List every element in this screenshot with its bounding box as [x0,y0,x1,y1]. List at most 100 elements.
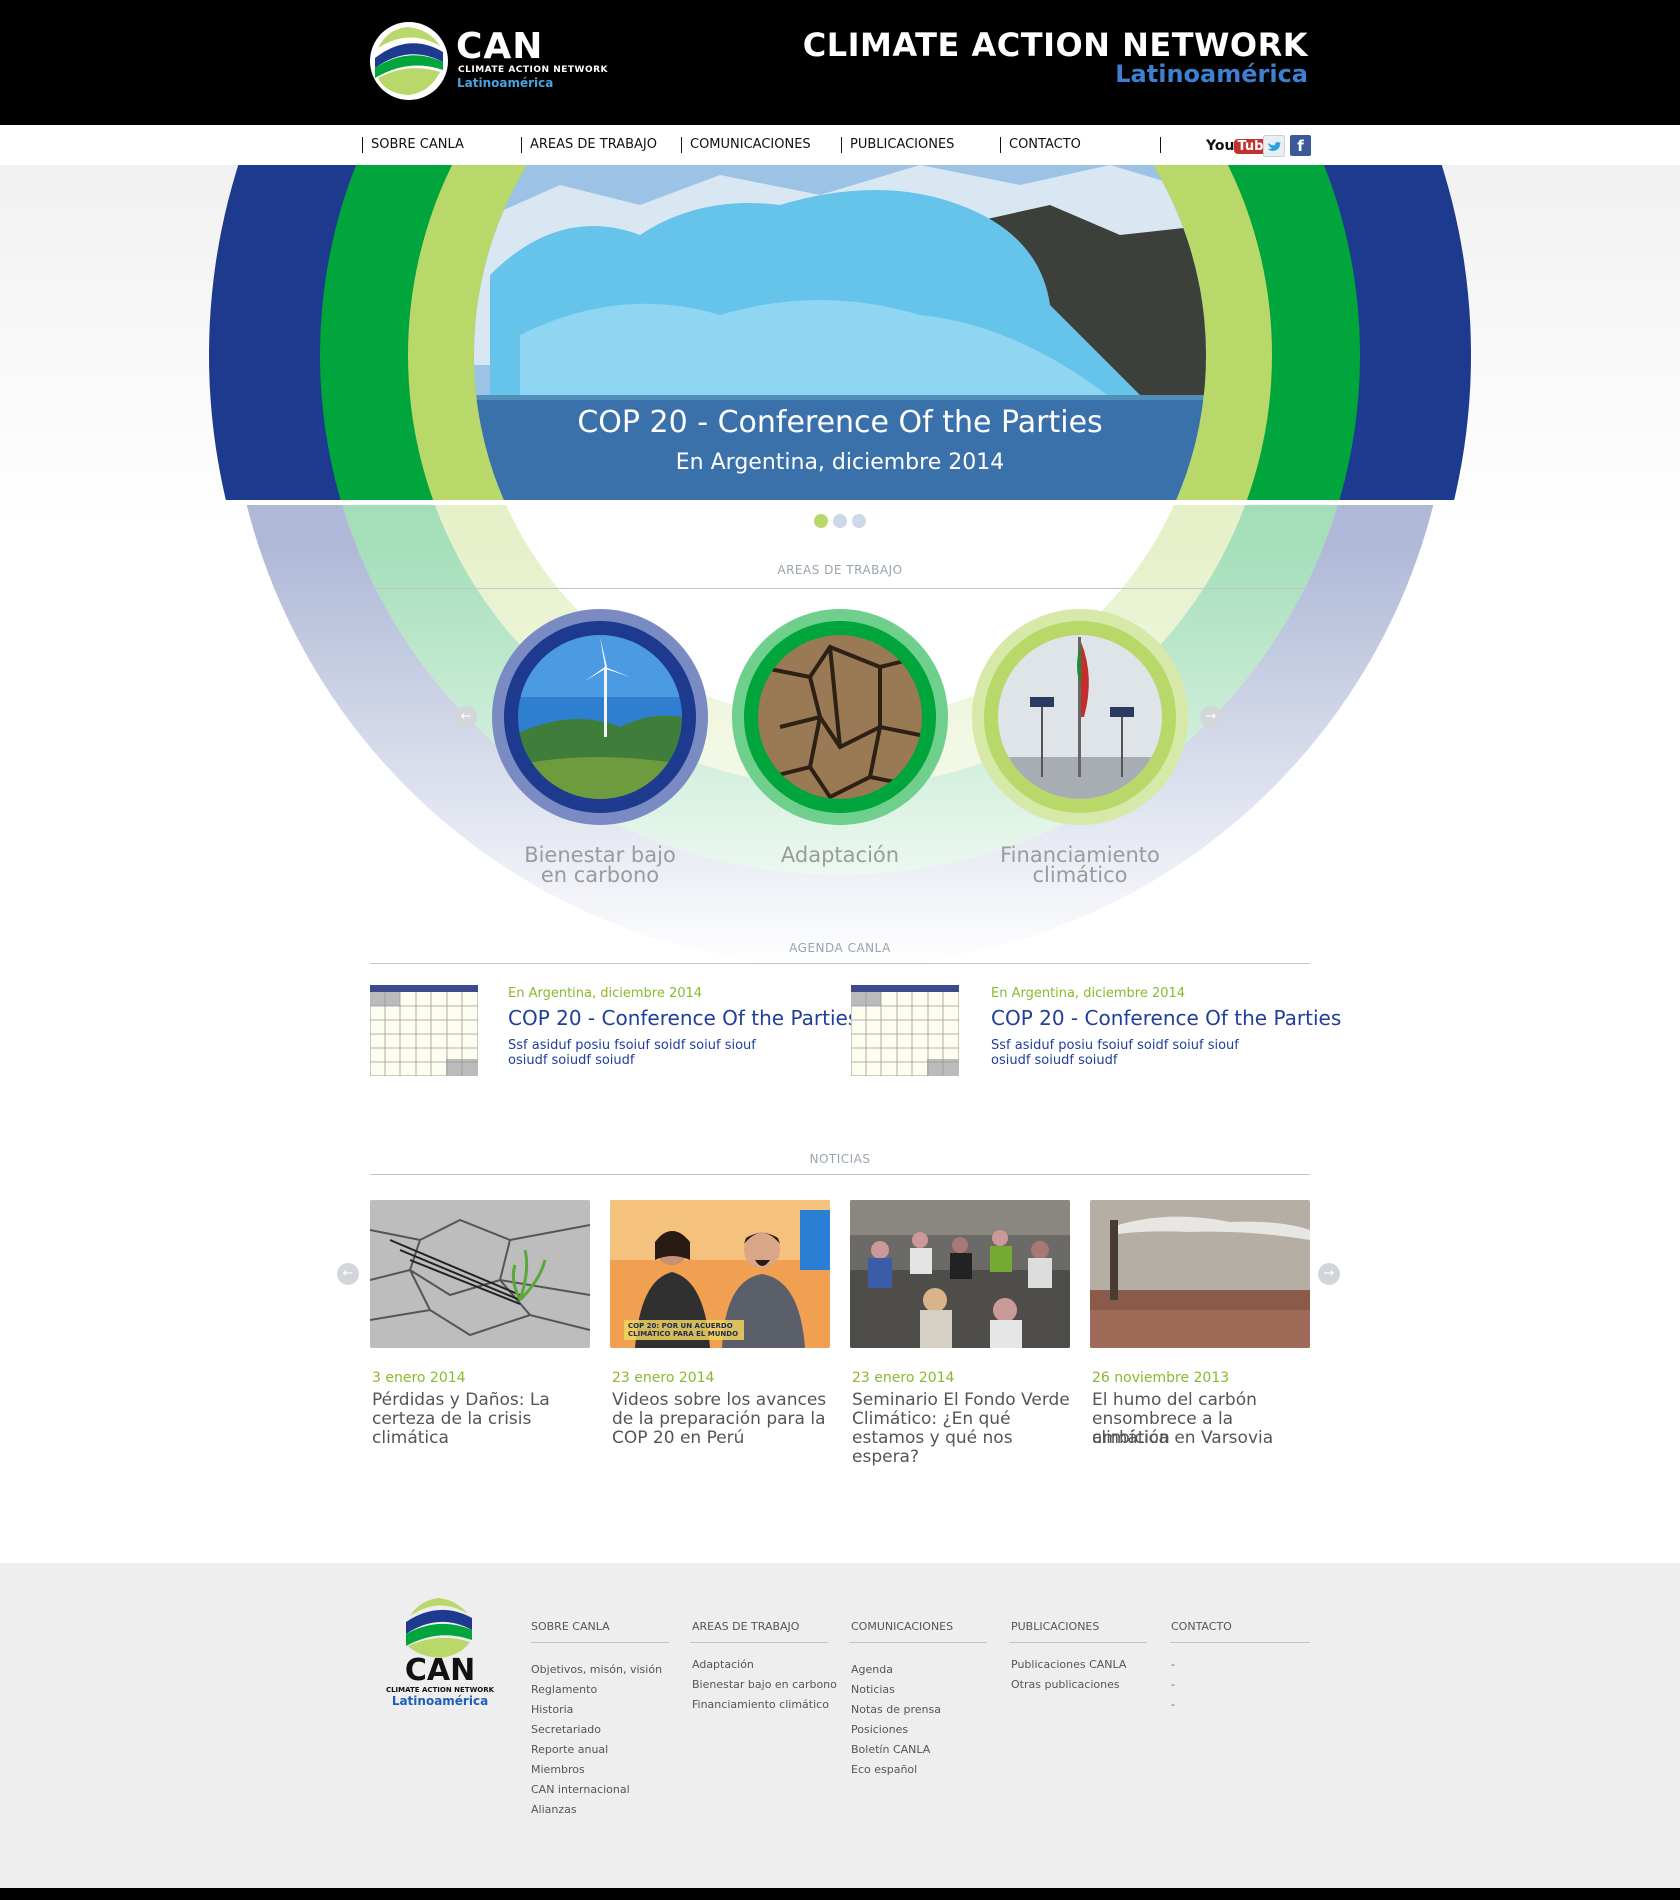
footer-link-otras-publicaciones[interactable]: Otras publicaciones [1011,1678,1120,1691]
news-date-4: 26 noviembre 2013 [1092,1370,1230,1386]
agenda-desc-1b: osiudf soiudf soiudf [508,1053,635,1068]
footer-bottom-bar [0,1888,1680,1900]
footer-logo-region: Latinoamérica [391,1694,489,1708]
area-adaptacion-label[interactable]: Adaptación [730,845,950,866]
nav-divider [1160,137,1161,153]
footer-rule-5 [1170,1642,1310,1643]
agenda-date-1: En Argentina, diciembre 2014 [508,986,703,1001]
footer-link-historia[interactable]: Historia [531,1703,573,1716]
footer-link-reporte[interactable]: Reporte anual [531,1743,608,1756]
news-title-4c[interactable]: climática en Varsovia [1092,1429,1312,1448]
top-header: CAN CLIMATE ACTION NETWORK Latinoamérica… [0,0,1680,125]
news-title-3a[interactable]: Seminario El Fondo Verde [852,1391,1072,1410]
main-nav: SOBRE CANLA AREAS DE TRABAJO COMUNICACIO… [0,125,1680,165]
news-title-3b[interactable]: Climático: ¿En qué [852,1410,1072,1429]
slider-dot-3[interactable] [852,514,866,528]
agenda-divider [370,963,1310,964]
slider-dot-2[interactable] [833,514,847,528]
agenda-desc-2a: Ssf asiduf posiu fsoiuf soidf soiuf siou… [991,1038,1239,1053]
agenda-calendar-icon-1[interactable] [369,984,479,1077]
news-title-3c[interactable]: estamos y qué nos espera? [852,1429,1072,1467]
footer-link-secretariado[interactable]: Secretariado [531,1723,601,1736]
logo-region: Latinoamérica [457,76,554,90]
agenda-desc-1a: Ssf asiduf posiu fsoiuf soidf soiuf siou… [508,1038,756,1053]
footer-link-notas[interactable]: Notas de prensa [851,1703,941,1716]
footer-link-noticias[interactable]: Noticias [851,1683,895,1696]
agenda-title-1[interactable]: COP 20 - Conference Of the Parties [508,1006,858,1030]
news-title-2c[interactable]: COP 20 en Perú [612,1429,832,1448]
footer-rule-1 [531,1642,669,1643]
footer-contact-2[interactable]: - [1171,1678,1175,1691]
footer-link-publicaciones-canla[interactable]: Publicaciones CANLA [1011,1658,1126,1671]
footer-heading-areas[interactable]: AREAS DE TRABAJO [692,1620,799,1633]
area-financiamiento-label-1[interactable]: Financiamiento [970,845,1190,866]
facebook-icon[interactable]: f [1290,135,1311,156]
nav-areas-de-trabajo[interactable]: AREAS DE TRABAJO [521,137,657,153]
hero-subtitle: En Argentina, diciembre 2014 [675,450,1005,475]
footer-heading-contacto[interactable]: CONTACTO [1171,1620,1232,1633]
news-date-1: 3 enero 2014 [372,1370,466,1386]
footer-logo-title: CAN [404,1653,476,1688]
footer-link-reglamento[interactable]: Reglamento [531,1683,597,1696]
news-image-2[interactable]: COP 20: POR UN ACUERDO CLIMÁTICO PARA EL… [610,1200,830,1348]
footer-heading-sobre[interactable]: SOBRE CANLA [531,1620,610,1633]
footer-link-miembros[interactable]: Miembros [531,1763,585,1776]
footer-rule-2 [690,1642,828,1643]
news-title-2b[interactable]: de la preparación para la [612,1410,832,1429]
area-bienestar-circle[interactable] [490,607,710,827]
footer-link-objetivos[interactable]: Objetivos, misón, visión [531,1663,662,1676]
slider-dot-1-active[interactable] [814,514,828,528]
areas-prev-arrow[interactable]: ← [455,706,477,728]
area-bienestar-label-1[interactable]: Bienestar bajo [490,845,710,866]
footer-link-financiamiento[interactable]: Financiamiento climático [692,1698,829,1711]
news-date-3: 23 enero 2014 [852,1370,955,1386]
areas-section-title: AREAS DE TRABAJO [777,563,903,577]
site-title: CLIMATE ACTION NETWORK [802,26,1308,64]
footer-link-boletin[interactable]: Boletín CANLA [851,1743,930,1756]
solar-flag-image [972,609,1188,825]
footer-link-agenda[interactable]: Agenda [851,1663,893,1676]
footer-link-adaptacion[interactable]: Adaptación [692,1658,754,1671]
nav-sobre-canla[interactable]: SOBRE CANLA [362,137,464,153]
area-adaptacion-circle[interactable] [730,607,950,827]
footer-link-eco[interactable]: Eco español [851,1763,917,1776]
footer-link-alianzas[interactable]: Alianzas [531,1803,577,1816]
can-logo[interactable] [370,22,448,100]
area-bienestar-label-2[interactable]: en carbono [490,865,710,886]
news-image-1[interactable] [370,1200,590,1348]
site-subtitle: Latinoamérica [1115,60,1308,88]
footer-rule-3 [849,1642,987,1643]
twitter-icon[interactable] [1263,135,1285,157]
footer-heading-comunicaciones[interactable]: COMUNICACIONES [851,1620,953,1633]
footer-link-posiciones[interactable]: Posiciones [851,1723,908,1736]
footer-logo-icon[interactable] [404,1598,474,1658]
footer-link-can-internacional[interactable]: CAN internacional [531,1783,630,1796]
agenda-title-2[interactable]: COP 20 - Conference Of the Parties [991,1006,1341,1030]
footer-contact-1[interactable]: - [1171,1658,1175,1671]
news-title-1c[interactable]: climática [372,1429,592,1448]
news-image-2-caption-2: CLIMÁTICO PARA EL MUNDO [628,1330,739,1338]
area-financiamiento-circle[interactable] [970,607,1190,827]
news-title-4a[interactable]: El humo del carbón [1092,1391,1312,1410]
news-section-title: NOTICIAS [809,1152,871,1166]
nav-publicaciones[interactable]: PUBLICACIONES [841,137,954,153]
areas-next-arrow[interactable]: → [1200,706,1222,728]
nav-contacto[interactable]: CONTACTO [1000,137,1081,153]
footer-link-bienestar[interactable]: Bienestar bajo en carbono [692,1678,837,1691]
footer: CAN CLIMATE ACTION NETWORK Latinoamérica… [0,1563,1680,1888]
news-prev-arrow[interactable]: ← [337,1263,359,1285]
news-title-2a[interactable]: Videos sobre los avances [612,1391,832,1410]
wind-turbine-image [492,609,708,825]
news-next-arrow[interactable]: → [1318,1263,1340,1285]
footer-contact-3[interactable]: - [1171,1698,1175,1711]
news-image-3[interactable] [850,1200,1070,1348]
area-financiamiento-label-2[interactable]: climático [970,865,1190,886]
news-image-2-caption-1: COP 20: POR UN ACUERDO [628,1322,733,1330]
footer-heading-publicaciones[interactable]: PUBLICACIONES [1011,1620,1099,1633]
news-title-1b[interactable]: certeza de la crisis [372,1410,592,1429]
news-title-1a[interactable]: Pérdidas y Daños: La [372,1391,592,1410]
news-divider [370,1174,1310,1175]
agenda-calendar-icon-2[interactable] [850,984,960,1077]
nav-comunicaciones[interactable]: COMUNICACIONES [681,137,811,153]
news-image-4[interactable] [1090,1200,1310,1348]
